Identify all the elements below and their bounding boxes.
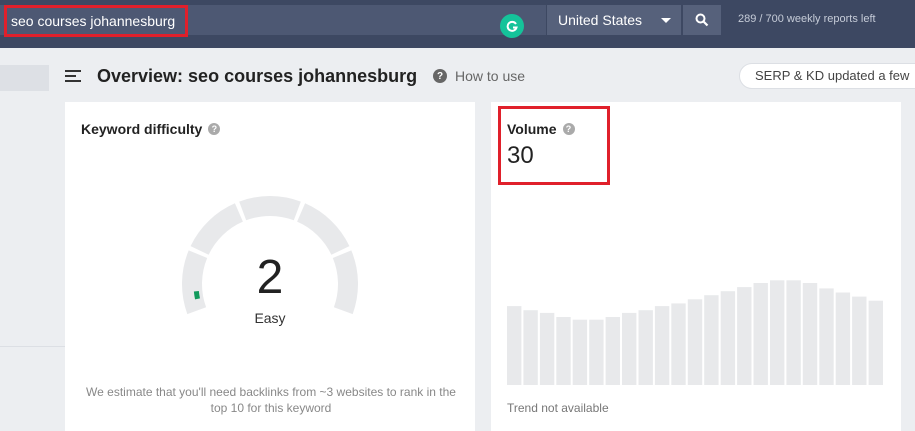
trend-bar [786, 280, 801, 385]
trend-bar [671, 303, 686, 385]
trend-bar [819, 288, 834, 385]
volume-heading: Volume ? [507, 121, 575, 137]
grammarly-icon[interactable] [500, 14, 524, 38]
gauge-segment [239, 196, 301, 221]
keyword-difficulty-card: Keyword difficulty ? 2 Easy We estimate … [65, 102, 475, 431]
country-select-label: United States [558, 12, 643, 28]
gauge-segment [190, 203, 244, 256]
difficulty-note: We estimate that you'll need backlinks f… [86, 385, 456, 415]
search-icon [695, 13, 709, 27]
sidebar [0, 48, 65, 431]
trend-bar [720, 291, 736, 385]
trend-bar [539, 312, 555, 385]
help-icon[interactable]: ? [208, 123, 221, 135]
trend-bar [802, 283, 818, 385]
serp-status-badge: SERP & KD updated a few [739, 63, 915, 89]
trend-bar [638, 310, 653, 385]
help-icon: ? [433, 69, 447, 83]
keyword-difficulty-title: Keyword difficulty [81, 121, 203, 137]
keyword-difficulty-heading: Keyword difficulty ? [81, 121, 221, 137]
difficulty-score: 2 [256, 251, 284, 304]
trend-bar [589, 319, 604, 385]
trend-bar [737, 287, 752, 385]
trend-bar [835, 292, 851, 385]
search-input[interactable] [4, 5, 188, 37]
trend-bar [753, 283, 768, 385]
search-button[interactable] [683, 5, 721, 35]
trend-bar [507, 306, 522, 385]
gauge-segment [296, 203, 350, 256]
sidebar-item[interactable] [0, 65, 49, 91]
trend-bar [852, 296, 867, 385]
trend-bar [523, 310, 538, 385]
help-icon[interactable]: ? [562, 123, 575, 135]
page-title: Overview: seo courses johannesburg [97, 66, 418, 86]
trend-bar [770, 280, 785, 385]
how-to-use-label: How to use [455, 68, 526, 84]
trend-bar [687, 299, 703, 385]
sidebar-divider [0, 346, 65, 347]
chevron-down-icon [661, 18, 671, 23]
trend-bar [654, 306, 670, 385]
trend-bar [556, 317, 571, 385]
menu-icon[interactable] [65, 70, 81, 82]
trend-bar [605, 317, 620, 385]
volume-value: 30 [507, 142, 534, 169]
volume-card: Volume ? 30 Trend not available [491, 102, 901, 431]
search-bar [0, 5, 546, 38]
trend-bar [572, 319, 588, 385]
trend-bar [622, 312, 637, 385]
volume-title: Volume [507, 121, 557, 137]
trend-note: Trend not available [507, 401, 609, 415]
difficulty-rating: Easy [254, 310, 286, 326]
how-to-use-link[interactable]: ? How to use [433, 68, 525, 84]
reports-counter: 289 / 700 weekly reports left [738, 13, 876, 25]
trend-bar [868, 300, 883, 385]
top-bar: United States 289 / 700 weekly reports l… [0, 0, 915, 48]
country-select[interactable]: United States [546, 5, 681, 35]
trend-bar [704, 295, 719, 385]
